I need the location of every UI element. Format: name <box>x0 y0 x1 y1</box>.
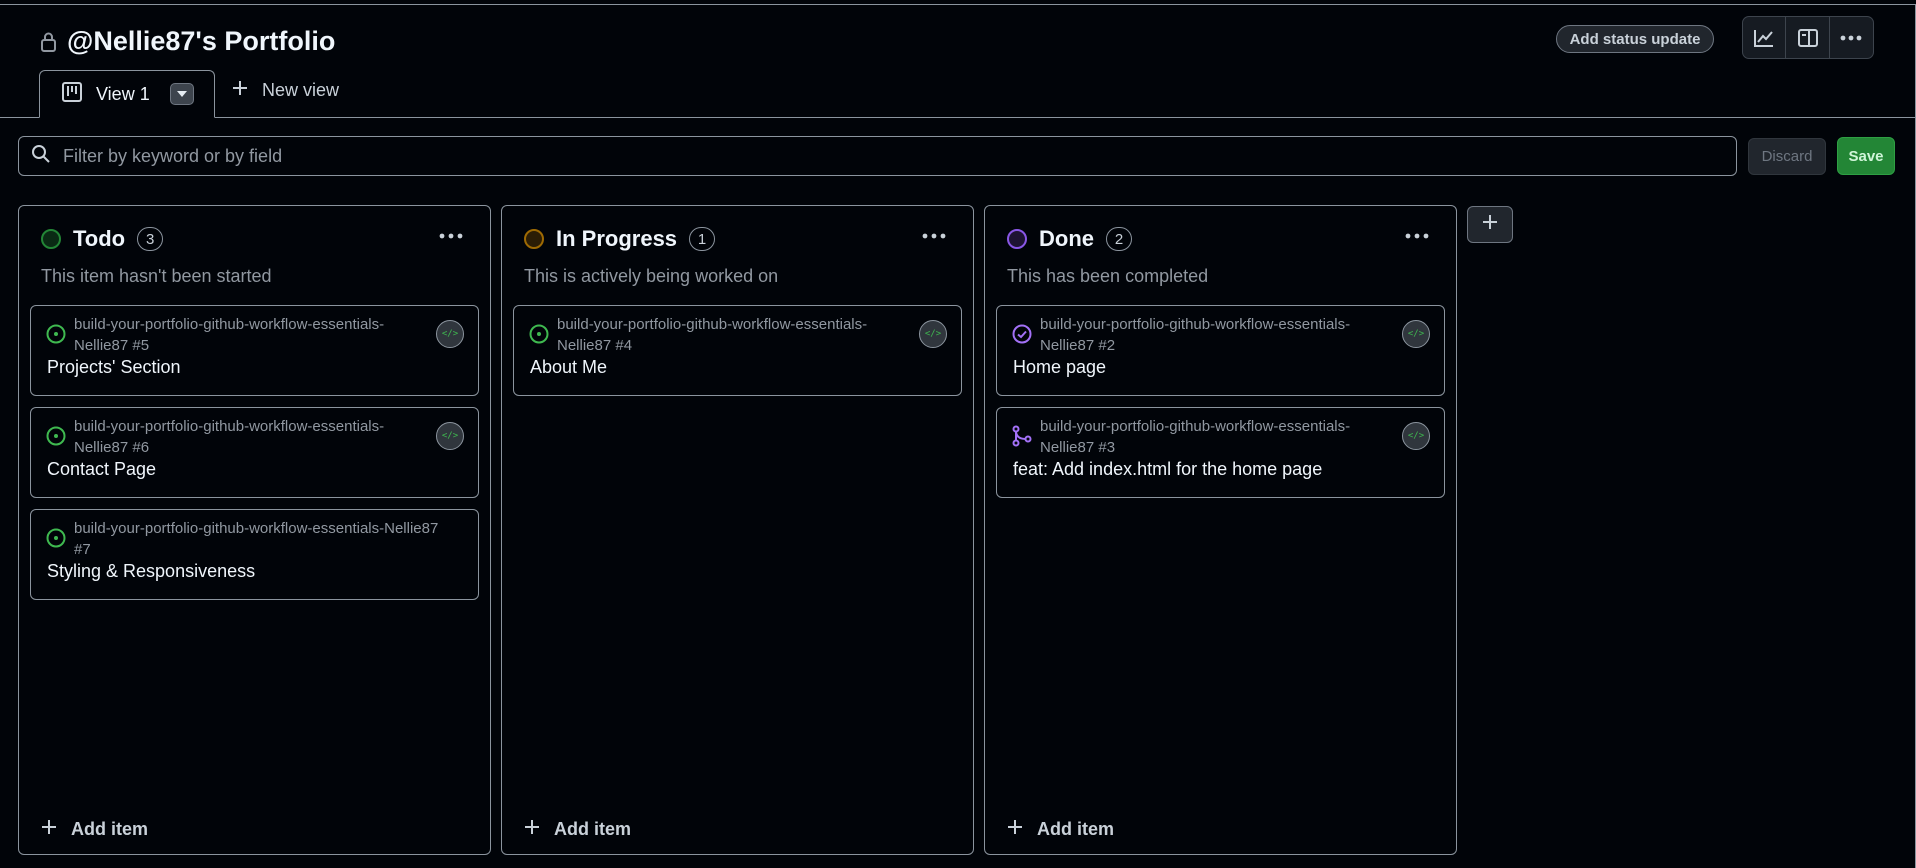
plus-icon <box>524 819 540 840</box>
board-icon <box>62 81 82 107</box>
title-area: @Nellie87's Portfolio <box>40 26 335 57</box>
card-repo[interactable]: build-your-portfolio-github-workflow-ess… <box>557 314 897 356</box>
card[interactable]: build-your-portfolio-github-workflow-ess… <box>996 305 1445 396</box>
avatar[interactable]: </> <box>436 422 464 450</box>
card[interactable]: build-your-portfolio-github-workflow-ess… <box>996 407 1445 498</box>
column-description: This is actively being worked on <box>524 266 779 286</box>
column-title: Done <box>1039 226 1094 251</box>
avatar[interactable]: </> <box>1402 422 1430 450</box>
column-count: 1 <box>689 227 716 251</box>
new-view-button[interactable]: New view <box>232 80 339 101</box>
card-title[interactable]: Styling & Responsiveness <box>47 561 255 582</box>
column-more-icon[interactable] <box>1402 226 1432 246</box>
column-description: This has been completed <box>1007 266 1209 286</box>
card[interactable]: build-your-portfolio-github-workflow-ess… <box>513 305 962 396</box>
add-item-button[interactable]: Add item <box>41 819 148 840</box>
save-button[interactable]: Save <box>1837 137 1895 175</box>
project-header: @Nellie87's Portfolio Add status update … <box>0 0 1916 118</box>
add-column-button[interactable] <box>1467 206 1513 243</box>
column-more-icon[interactable] <box>436 226 466 246</box>
card-title[interactable]: Contact Page <box>47 459 156 480</box>
side-panel-icon[interactable] <box>1786 17 1830 58</box>
card-repo[interactable]: build-your-portfolio-github-workflow-ess… <box>1040 416 1380 458</box>
avatar[interactable]: </> <box>919 320 947 348</box>
new-view-label: New view <box>262 80 340 100</box>
card-title[interactable]: feat: Add index.html for the home page <box>1013 459 1322 480</box>
add-item-label: Add item <box>71 819 149 839</box>
avatar[interactable]: </> <box>1402 320 1430 348</box>
card-title[interactable]: About Me <box>530 357 607 378</box>
filter-input[interactable] <box>63 145 1663 167</box>
add-item-button[interactable]: Add item <box>524 819 631 840</box>
page-title: @Nellie87's Portfolio <box>67 26 336 56</box>
column-todo: Todo 3 This item hasn't been started bui… <box>18 205 491 855</box>
column-header: In Progress 1 <box>524 226 716 252</box>
issue-open-icon <box>45 527 67 549</box>
view-actions-group <box>1742 16 1874 59</box>
column-count: 3 <box>137 227 164 251</box>
discard-button[interactable]: Discard <box>1748 138 1826 175</box>
column-title: In Progress <box>556 226 678 251</box>
add-item-label: Add item <box>554 819 632 839</box>
avatar[interactable]: </> <box>436 320 464 348</box>
column-more-icon[interactable] <box>919 226 949 246</box>
lock-icon <box>40 32 57 52</box>
plus-icon <box>1007 819 1023 840</box>
filter-bar <box>18 136 1737 176</box>
card[interactable]: build-your-portfolio-github-workflow-ess… <box>30 407 479 498</box>
add-item-button[interactable]: Add item <box>1007 819 1114 840</box>
pull-request-merged-icon <box>1011 425 1033 447</box>
plus-icon <box>232 80 248 101</box>
more-options-icon[interactable] <box>1830 17 1873 58</box>
tab-label: View 1 <box>96 83 150 104</box>
issue-open-icon <box>528 323 550 345</box>
card-title[interactable]: Home page <box>1013 357 1106 378</box>
status-dot-icon <box>1007 229 1027 249</box>
search-icon <box>31 144 51 169</box>
add-status-update-button[interactable]: Add status update <box>1556 25 1714 53</box>
chevron-down-icon[interactable] <box>169 83 194 105</box>
card-repo[interactable]: build-your-portfolio-github-workflow-ess… <box>74 416 414 458</box>
status-dot-icon <box>524 229 544 249</box>
plus-icon <box>1482 214 1498 235</box>
issue-closed-icon <box>1011 323 1033 345</box>
column-in-progress: In Progress 1 This is actively being wor… <box>501 205 974 855</box>
card[interactable]: build-your-portfolio-github-workflow-ess… <box>30 509 479 600</box>
tabs-divider <box>0 117 1916 118</box>
column-header: Todo 3 <box>41 226 164 252</box>
card-title[interactable]: Projects' Section <box>47 357 181 378</box>
add-item-label: Add item <box>1037 819 1115 839</box>
column-title: Todo <box>73 226 126 251</box>
column-header: Done 2 <box>1007 226 1132 252</box>
column-description: This item hasn't been started <box>41 266 272 286</box>
tab-view-1[interactable]: View 1 <box>39 70 215 118</box>
issue-open-icon <box>45 323 67 345</box>
plus-icon <box>41 819 57 840</box>
insights-chart-icon[interactable] <box>1743 17 1787 58</box>
card[interactable]: build-your-portfolio-github-workflow-ess… <box>30 305 479 396</box>
card-repo[interactable]: build-your-portfolio-github-workflow-ess… <box>1040 314 1380 356</box>
card-repo[interactable]: build-your-portfolio-github-workflow-ess… <box>74 518 454 560</box>
issue-open-icon <box>45 425 67 447</box>
column-count: 2 <box>1106 227 1132 251</box>
status-dot-icon <box>41 229 61 249</box>
column-done: Done 2 This has been completed build-you… <box>984 205 1457 855</box>
card-repo[interactable]: build-your-portfolio-github-workflow-ess… <box>74 314 414 356</box>
